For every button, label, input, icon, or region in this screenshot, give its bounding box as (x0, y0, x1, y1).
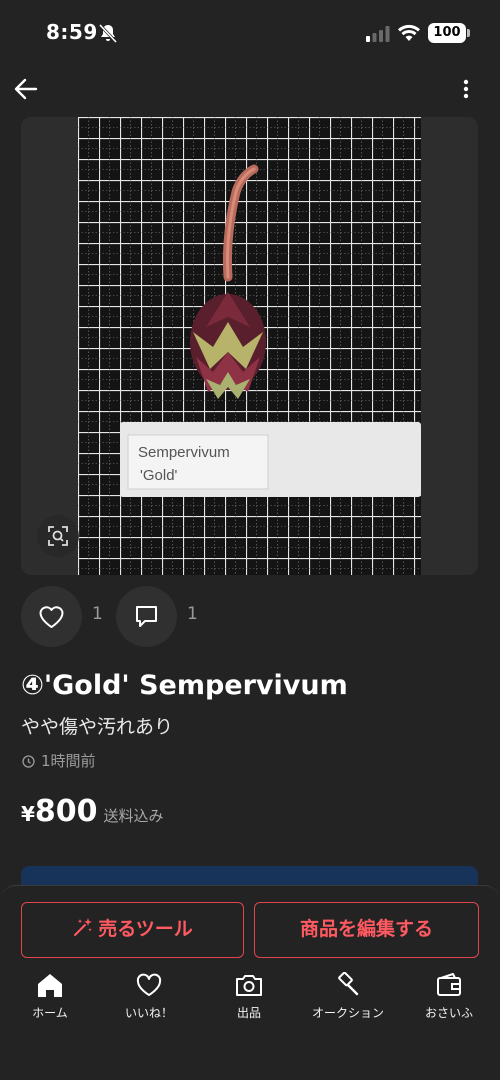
posted-time: 1時間前 (22, 750, 96, 771)
product-title: ④'Gold' Sempervivum (21, 670, 348, 701)
product-condition: やや傷や汚れあり (21, 716, 174, 738)
signal-icon (366, 26, 390, 42)
price: ¥800 送料込み (21, 794, 164, 829)
nav-label-likes: いいね！ (124, 1006, 173, 1020)
photo-label-line2: 'Gold' (140, 467, 178, 484)
sell-tools-label: 売るツール (98, 918, 193, 940)
shipping-note: 送料込み (103, 807, 164, 825)
edit-item-button[interactable]: 商品を編集する (254, 902, 479, 958)
sparkle-wand-icon (74, 918, 93, 936)
nav-label-auction: オークション (311, 1006, 384, 1020)
reaction-row: 1 1 (21, 586, 321, 647)
nav-label-sell: 出品 (236, 1006, 261, 1020)
product-photo-card[interactable]: Sempervivum 'Gold' (21, 117, 478, 575)
like-button[interactable] (21, 586, 82, 647)
comment-count: 1 (187, 604, 198, 624)
clock-icon (22, 755, 35, 768)
heart-icon (136, 973, 162, 996)
nav-item-sell[interactable]: 出品 (204, 968, 294, 1021)
bottom-action-sheet: 売るツール 商品を編集する ホーム いいね！ 出品 オークション おさいふ (0, 885, 500, 1080)
wifi-icon (398, 24, 420, 41)
comment-icon (136, 606, 157, 627)
comment-button[interactable] (116, 586, 177, 647)
image-search-icon (48, 526, 68, 546)
photo-label-line1: Sempervivum (138, 444, 230, 461)
nav-item-home[interactable]: ホーム (5, 968, 95, 1021)
more-options-icon[interactable] (454, 76, 478, 102)
product-photo[interactable]: Sempervivum 'Gold' (78, 117, 421, 575)
nav-item-wallet[interactable]: おさいふ (404, 968, 494, 1021)
price-value: 800 (34, 794, 98, 829)
nav-item-auction[interactable]: オークション (303, 968, 393, 1021)
like-count: 1 (92, 604, 103, 624)
bell-muted-icon (98, 23, 118, 44)
nav-item-likes[interactable]: いいね！ (104, 968, 194, 1021)
status-bar: 8:59 100 (0, 0, 500, 66)
price-currency: ¥ (21, 802, 35, 826)
back-arrow-icon[interactable] (12, 75, 40, 103)
status-time: 8:59 (46, 20, 98, 44)
wallet-icon (437, 973, 461, 996)
image-search-button[interactable] (37, 515, 79, 557)
heart-icon (39, 606, 64, 628)
posted-time-label: 1時間前 (41, 752, 96, 770)
home-icon (38, 974, 62, 997)
camera-icon (236, 975, 262, 996)
battery-indicator: 100 (428, 23, 470, 43)
sell-tools-button[interactable]: 売るツール (21, 902, 244, 958)
nav-label-home: ホーム (32, 1006, 68, 1020)
bottom-navigation: ホーム いいね！ 出品 オークション おさいふ (0, 968, 500, 1038)
nav-label-wallet: おさいふ (424, 1006, 473, 1020)
gavel-icon (338, 972, 359, 996)
